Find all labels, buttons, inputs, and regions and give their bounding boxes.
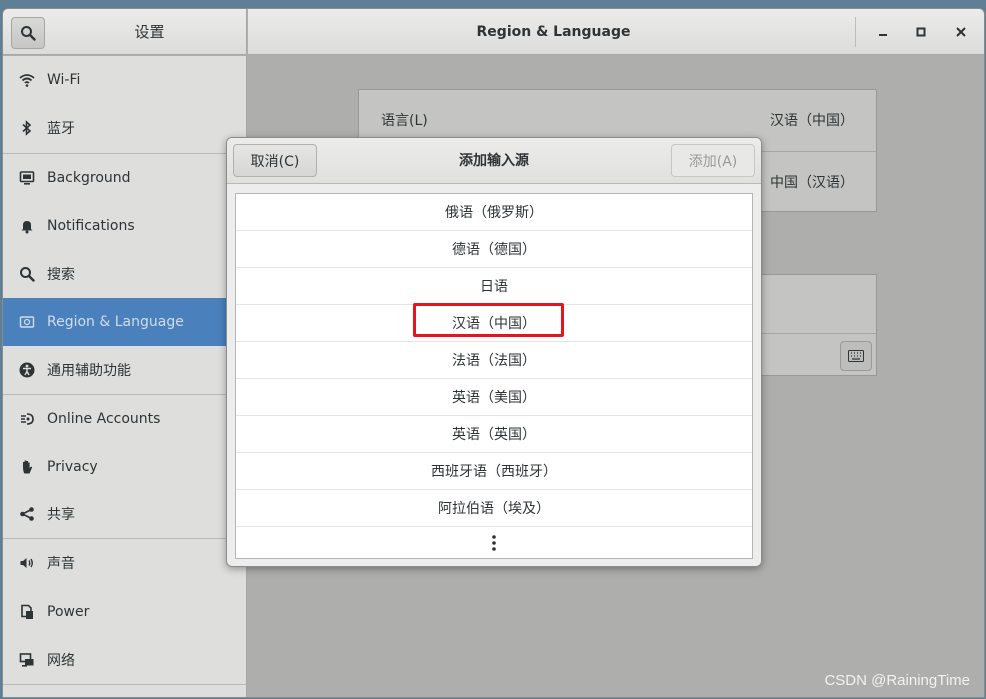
- sidebar-title: 设置: [134, 23, 165, 41]
- more-options-button[interactable]: [236, 527, 752, 559]
- close-icon: [956, 27, 966, 37]
- share-icon: [17, 504, 37, 524]
- list-item[interactable]: 西班牙语（西班牙）: [236, 453, 752, 490]
- sidebar-item-online-accounts[interactable]: Online Accounts: [3, 395, 246, 443]
- sidebar-item-label: 蓝牙: [47, 121, 75, 137]
- sidebar-item-label: Region & Language: [47, 314, 184, 330]
- minimize-icon: [879, 34, 887, 36]
- sidebar-item-power[interactable]: Power: [3, 588, 246, 636]
- sidebar-item-sound[interactable]: 声音: [3, 539, 246, 587]
- dialog-title: 添加输入源: [459, 153, 529, 169]
- close-button[interactable]: [948, 19, 974, 45]
- more-vertical-icon: [492, 535, 496, 551]
- header-separator: [855, 17, 856, 47]
- formats-value: 中国（汉语）: [770, 175, 854, 191]
- keyboard-icon: [848, 350, 864, 362]
- sidebar-item-label: Background: [47, 170, 131, 186]
- sidebar-item-accessibility[interactable]: 通用辅助功能: [3, 346, 246, 394]
- bluetooth-icon: [17, 118, 37, 138]
- sidebar-item-label: 声音: [47, 556, 75, 572]
- wifi-icon: [17, 70, 37, 90]
- network-icon: [17, 650, 37, 670]
- sidebar-item-label: Online Accounts: [47, 411, 161, 427]
- list-item[interactable]: 阿拉伯语（埃及）: [236, 490, 752, 527]
- maximize-button[interactable]: [908, 19, 934, 45]
- sidebar-item-label: Wi-Fi: [47, 72, 81, 88]
- input-source-list: 俄语（俄罗斯） 德语（德国） 日语 汉语（中国） 法语（法国） 英语（美国） 英…: [235, 193, 753, 559]
- accessibility-icon: [17, 360, 37, 380]
- panel-header: Region & Language: [248, 9, 984, 55]
- region-icon: [17, 312, 37, 332]
- sidebar-item-wifi[interactable]: Wi-Fi: [3, 56, 246, 104]
- watermark: CSDN @RainingTime: [824, 672, 970, 689]
- minimize-button[interactable]: [870, 19, 896, 45]
- list-item[interactable]: 英语（美国）: [236, 379, 752, 416]
- dialog-header: 取消(C) 添加输入源 添加(A): [227, 138, 761, 184]
- sidebar-item-search[interactable]: 搜索: [3, 250, 246, 298]
- sidebar-item-label: 通用辅助功能: [47, 363, 131, 379]
- sidebar: Wi-Fi 蓝牙 Background Notifications 搜索 Reg…: [3, 56, 247, 697]
- sidebar-item-label: 搜索: [47, 267, 75, 283]
- background-icon: [17, 168, 37, 188]
- language-value: 汉语（中国）: [770, 113, 854, 129]
- bell-icon: [17, 216, 37, 236]
- sidebar-item-sharing[interactable]: 共享: [3, 490, 246, 538]
- sidebar-item-label: Notifications: [47, 218, 135, 234]
- sidebar-divider: [3, 684, 246, 685]
- list-item[interactable]: 法语（法国）: [236, 342, 752, 379]
- sidebar-item-bluetooth[interactable]: 蓝牙: [3, 104, 246, 152]
- online-accounts-icon: [17, 409, 37, 429]
- search-button[interactable]: [11, 17, 45, 49]
- add-input-source-dialog: 取消(C) 添加输入源 添加(A) 俄语（俄罗斯） 德语（德国） 日语 汉语（中…: [226, 137, 762, 567]
- sidebar-header: 设置: [3, 9, 247, 55]
- sidebar-item-background[interactable]: Background: [3, 154, 246, 202]
- list-item[interactable]: 俄语（俄罗斯）: [236, 194, 752, 231]
- sidebar-item-network[interactable]: 网络: [3, 636, 246, 684]
- sidebar-item-label: 共享: [47, 507, 75, 523]
- hand-icon: [17, 457, 37, 477]
- sidebar-item-notifications[interactable]: Notifications: [3, 202, 246, 250]
- maximize-icon: [916, 27, 926, 37]
- highlight-annotation: [413, 303, 564, 337]
- keyboard-layout-button[interactable]: [840, 341, 872, 371]
- language-label: 语言(L): [381, 113, 428, 129]
- cancel-button[interactable]: 取消(C): [233, 144, 317, 177]
- power-icon: [17, 602, 37, 622]
- add-button[interactable]: 添加(A): [671, 144, 755, 177]
- sidebar-item-privacy[interactable]: Privacy: [3, 443, 246, 491]
- list-item[interactable]: 日语: [236, 268, 752, 305]
- sidebar-item-label: 网络: [47, 653, 75, 669]
- search-icon: [21, 26, 36, 41]
- sidebar-item-label: Power: [47, 604, 90, 620]
- search-icon: [17, 264, 37, 284]
- speaker-icon: [17, 553, 37, 573]
- panel-title: Region & Language: [476, 24, 631, 40]
- sidebar-item-region-language[interactable]: Region & Language: [3, 298, 246, 346]
- list-item[interactable]: 德语（德国）: [236, 231, 752, 268]
- sidebar-item-label: Privacy: [47, 459, 98, 475]
- list-item[interactable]: 英语（英国）: [236, 416, 752, 453]
